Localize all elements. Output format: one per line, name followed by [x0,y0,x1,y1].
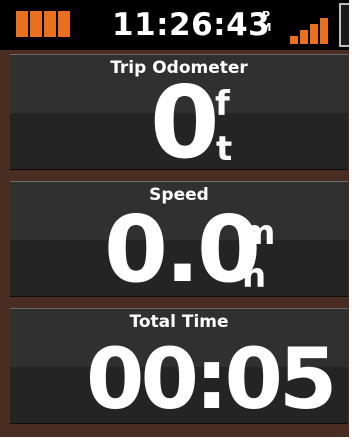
field-value: 0.0 [104,196,261,297]
gps-signal-icon [290,14,338,44]
field-value: 0 [150,64,220,170]
data-field-trip-odometer[interactable]: Trip Odometer 0 f t [10,54,348,170]
field-unit-top: m [240,213,276,253]
clock-ampm: P M [258,10,274,34]
battery-full-icon [16,11,72,37]
clock-ampm-bottom: M [260,21,272,34]
data-field-total-time[interactable]: Total Time 00:05 [10,308,348,424]
field-value: 00:05 [86,330,337,424]
field-unit-bottom: t [216,129,233,169]
status-bar: 11:26:43 P M [0,0,349,50]
field-unit-bottom: h [242,256,267,296]
clock-time: 11:26:43 [112,7,271,43]
device-screen: 11:26:43 P M Trip Odometer 0 f t Speed 0… [0,0,349,437]
partial-status-icon [339,3,349,47]
field-unit-top: f [215,84,230,124]
data-field-speed[interactable]: Speed 0.0 m h [10,181,348,297]
